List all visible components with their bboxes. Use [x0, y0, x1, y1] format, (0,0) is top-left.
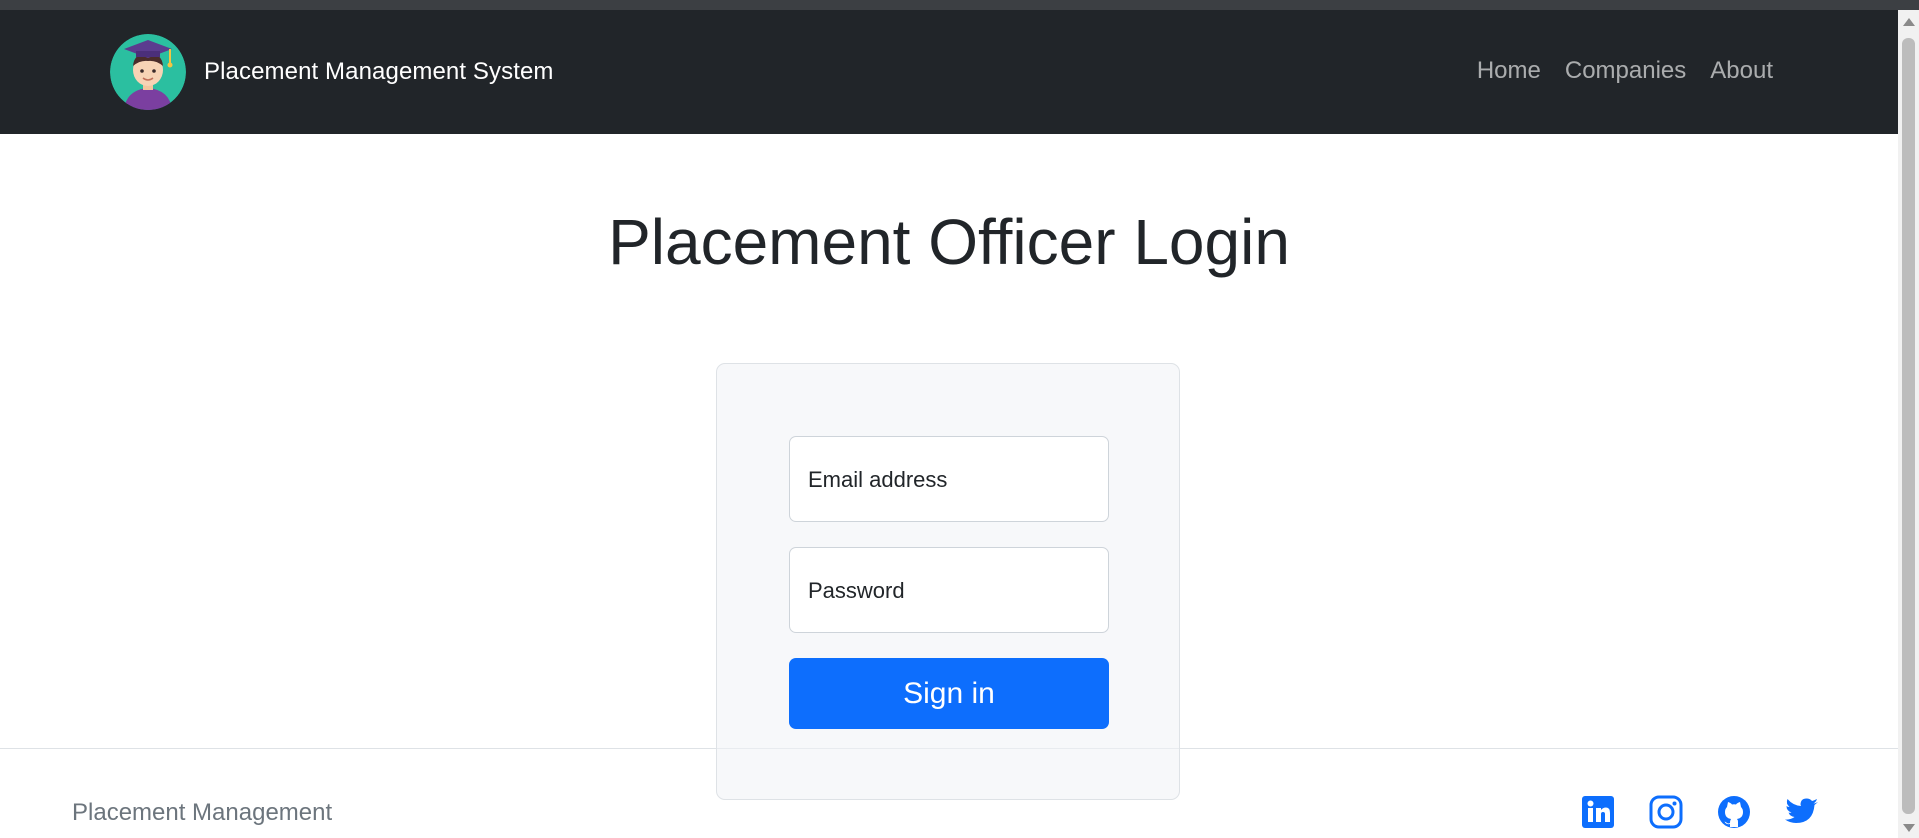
- password-input[interactable]: [808, 603, 1090, 626]
- sign-in-button[interactable]: Sign in: [789, 658, 1109, 729]
- scroll-down-arrow-icon[interactable]: [1903, 824, 1915, 832]
- password-field[interactable]: Password: [789, 547, 1109, 633]
- nav-about-link[interactable]: About: [1710, 57, 1773, 85]
- email-field[interactable]: Email address: [789, 436, 1109, 522]
- window-top-strip: [0, 0, 1919, 10]
- graduate-avatar-logo: [110, 34, 186, 110]
- email-floating-label: Email address: [808, 467, 948, 492]
- brand-link[interactable]: Placement Management System: [110, 34, 554, 110]
- scroll-thumb[interactable]: [1902, 38, 1915, 814]
- linkedin-icon[interactable]: [1580, 794, 1616, 830]
- navbar: Placement Management System Home Compani…: [0, 10, 1898, 134]
- vertical-scrollbar[interactable]: [1898, 10, 1919, 838]
- login-card: Email address Password Sign in: [716, 363, 1180, 800]
- footer-text: Placement Management: [72, 799, 333, 826]
- brand-title: Placement Management System: [204, 58, 554, 85]
- password-floating-label: Password: [808, 578, 905, 603]
- social-links: [1580, 794, 1820, 830]
- nav-links: Home Companies About: [1477, 57, 1773, 85]
- page-title: Placement Officer Login: [608, 206, 1290, 278]
- nav-companies-link[interactable]: Companies: [1565, 57, 1686, 85]
- instagram-icon[interactable]: [1648, 794, 1684, 830]
- email-input[interactable]: [808, 492, 1090, 515]
- scroll-up-arrow-icon[interactable]: [1903, 18, 1915, 26]
- nav-home-link[interactable]: Home: [1477, 57, 1541, 85]
- github-icon[interactable]: [1716, 794, 1752, 830]
- twitter-icon[interactable]: [1784, 794, 1820, 830]
